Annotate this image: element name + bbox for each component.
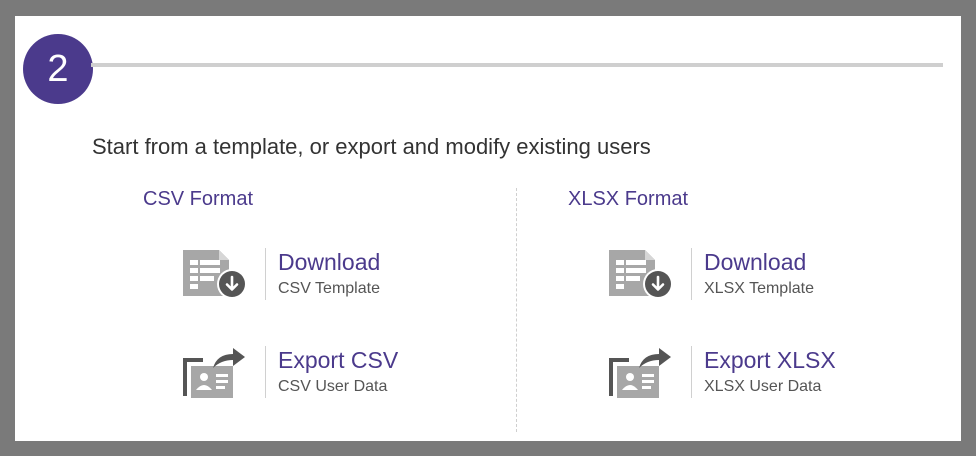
section-heading: Start from a template, or export and mod… [92, 134, 651, 159]
user-card-export-icon [607, 344, 677, 400]
csv-format-title: CSV Format [143, 188, 254, 210]
action-separator [265, 346, 266, 398]
download-csv-label: Download [278, 249, 381, 275]
export-csv-label: Export CSV [278, 347, 399, 373]
export-csv-button[interactable]: Export CSV CSV User Data [181, 344, 398, 400]
action-separator [265, 248, 266, 300]
column-divider [516, 188, 517, 432]
download-xlsx-label: Download [704, 249, 807, 275]
action-separator [691, 248, 692, 300]
import-users-step-panel: 2 Start from a template, or export and m… [15, 16, 961, 441]
step-divider-line [91, 63, 943, 67]
download-csv-template-button[interactable]: Download CSV Template [181, 246, 380, 302]
spreadsheet-download-icon [181, 246, 251, 302]
download-xlsx-template-button[interactable]: Download XLSX Template [607, 246, 814, 302]
user-card-export-icon [181, 344, 251, 400]
download-xlsx-sub: XLSX Template [704, 280, 814, 297]
action-separator [691, 346, 692, 398]
spreadsheet-download-icon [607, 246, 677, 302]
step-number-badge: 2 [23, 34, 93, 104]
export-xlsx-label: Export XLSX [704, 347, 836, 373]
xlsx-format-title: XLSX Format [568, 188, 689, 210]
export-xlsx-sub: XLSX User Data [704, 378, 822, 395]
export-xlsx-button[interactable]: Export XLSX XLSX User Data [607, 344, 836, 400]
export-csv-sub: CSV User Data [278, 378, 388, 395]
download-csv-sub: CSV Template [278, 280, 380, 297]
